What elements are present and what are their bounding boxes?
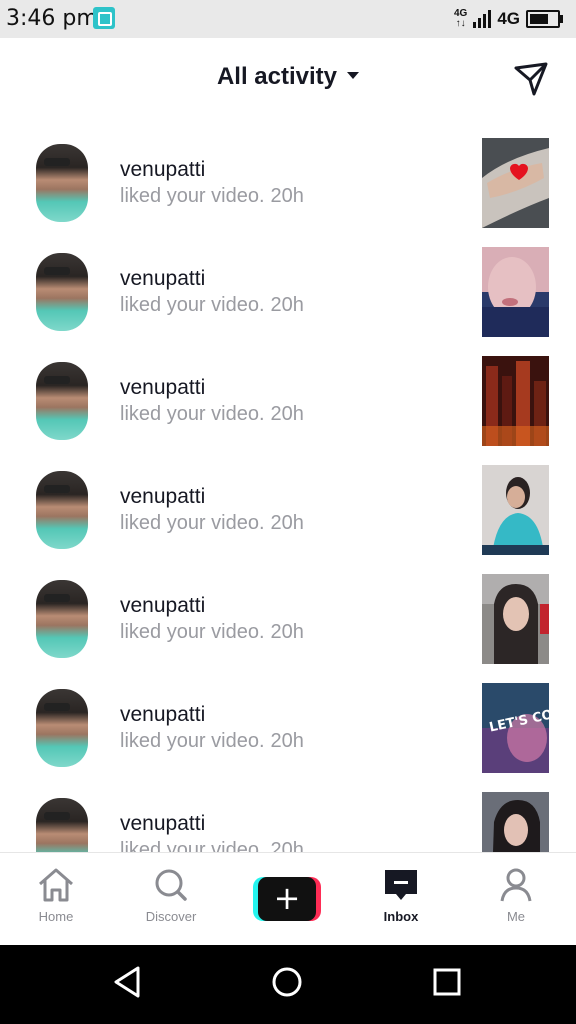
search-icon: [155, 869, 187, 901]
inbox-icon: [385, 870, 417, 900]
activity-age: 20h: [270, 839, 304, 852]
avatar[interactable]: [36, 580, 88, 658]
activity-action: liked your video.: [120, 730, 265, 752]
activity-action: liked your video.: [120, 621, 265, 643]
recent-apps-icon[interactable]: [432, 965, 462, 999]
nav-inbox[interactable]: Inbox: [351, 867, 451, 937]
video-thumbnail[interactable]: [482, 247, 549, 337]
username[interactable]: venupatti: [120, 812, 205, 836]
data-activity-indicator: 4G ↑↓: [454, 9, 467, 29]
avatar[interactable]: [36, 253, 88, 331]
create-video-button[interactable]: +: [253, 877, 321, 921]
activity-item[interactable]: venupatti liked your video. 20h: [0, 231, 576, 340]
avatar[interactable]: [36, 471, 88, 549]
status-time: 3:46 pm: [6, 6, 98, 31]
battery-icon: [526, 10, 563, 28]
activity-item[interactable]: venupatti liked your video. 20h: [0, 122, 576, 231]
screenshot-app-icon: [93, 7, 115, 29]
activity-item[interactable]: venupatti liked your video. 20h: [0, 558, 576, 667]
video-thumbnail[interactable]: LET'S COOK: [482, 683, 549, 773]
video-thumbnail[interactable]: [482, 792, 549, 852]
home-circle-icon[interactable]: [270, 965, 304, 999]
video-thumbnail[interactable]: [482, 465, 549, 555]
username[interactable]: venupatti: [120, 376, 205, 400]
username[interactable]: venupatti: [120, 594, 205, 618]
username[interactable]: venupatti: [120, 485, 205, 509]
activity-age: 20h: [270, 730, 304, 752]
activity-item[interactable]: venupatti liked your video. 20h: [0, 449, 576, 558]
video-thumbnail[interactable]: [482, 138, 549, 228]
battery-level: [530, 14, 548, 24]
nav-discover[interactable]: Discover: [121, 867, 221, 937]
activity-item[interactable]: venupatti liked your video. 20h: [0, 776, 576, 852]
avatar[interactable]: [36, 689, 88, 767]
avatar[interactable]: [36, 144, 88, 222]
activity-action: liked your video.: [120, 512, 265, 534]
avatar[interactable]: [36, 798, 88, 852]
activity-list[interactable]: venupatti liked your video. 20h venupatti…: [0, 122, 576, 852]
bottom-navigation: Home Discover + Inbox Me: [0, 852, 576, 946]
inbox-header: All activity: [0, 38, 576, 122]
activity-action: liked your video.: [120, 185, 265, 207]
username[interactable]: venupatti: [120, 158, 205, 182]
activity-age: 20h: [270, 403, 304, 425]
activity-action: liked your video.: [120, 294, 265, 316]
activity-description: liked your video. 20h: [120, 294, 304, 317]
profile-icon: [500, 868, 532, 902]
network-type: 4G: [497, 9, 520, 28]
activity-age: 20h: [270, 185, 304, 207]
activity-description: liked your video. 20h: [120, 621, 304, 644]
back-icon[interactable]: [112, 965, 142, 999]
activity-description: liked your video. 20h: [120, 839, 304, 852]
activity-item[interactable]: venupatti liked your video. 20h LET'S COO…: [0, 667, 576, 776]
plus-icon: +: [258, 877, 316, 921]
avatar[interactable]: [36, 362, 88, 440]
status-indicators: 4G ↑↓ 4G: [454, 8, 563, 30]
activity-description: liked your video. 20h: [120, 730, 304, 753]
video-thumbnail[interactable]: [482, 356, 549, 446]
data-arrows: ↑↓: [455, 18, 466, 29]
username[interactable]: venupatti: [120, 267, 205, 291]
activity-action: liked your video.: [120, 403, 265, 425]
video-thumbnail[interactable]: [482, 574, 549, 664]
status-bar: 3:46 pm 4G ↑↓ 4G: [0, 0, 576, 38]
activity-filter-dropdown[interactable]: All activity: [0, 63, 576, 91]
nav-home[interactable]: Home: [6, 867, 106, 937]
page-title: All activity: [216, 63, 338, 90]
nav-home-label: Home: [38, 909, 74, 924]
system-navigation-bar: [0, 945, 576, 1024]
activity-item[interactable]: venupatti liked your video. 20h: [0, 340, 576, 449]
direct-message-icon[interactable]: [512, 60, 550, 98]
activity-action: liked your video.: [120, 839, 265, 852]
home-icon: [39, 868, 73, 902]
nav-me[interactable]: Me: [466, 867, 566, 937]
nav-inbox-label: Inbox: [383, 909, 419, 924]
nav-me-label: Me: [506, 909, 526, 924]
caret-down-icon: [347, 72, 360, 80]
activity-age: 20h: [270, 294, 304, 316]
activity-description: liked your video. 20h: [120, 403, 304, 426]
signal-strength-icon: [473, 10, 492, 28]
nav-discover-label: Discover: [145, 909, 197, 924]
activity-description: liked your video. 20h: [120, 185, 304, 208]
activity-age: 20h: [270, 512, 304, 534]
activity-age: 20h: [270, 621, 304, 643]
activity-description: liked your video. 20h: [120, 512, 304, 535]
username[interactable]: venupatti: [120, 703, 205, 727]
